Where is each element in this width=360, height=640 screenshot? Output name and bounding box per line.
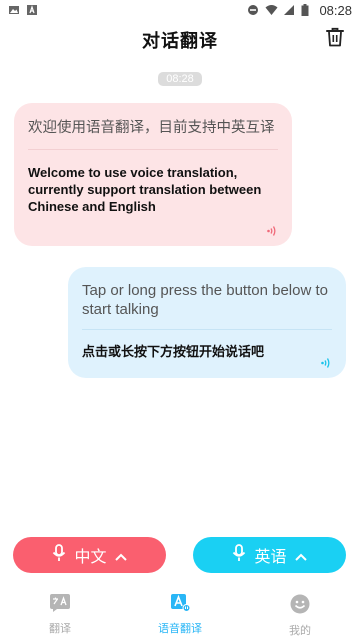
incoming-message-bubble[interactable]: 欢迎使用语音翻译，目前支持中英互译 Welcome to use voice t… [14, 103, 292, 246]
nav-label: 语音翻译 [158, 622, 202, 635]
message-translation-text: 点击或长按下方按钮开始说话吧 [82, 345, 265, 360]
microphone-icon [232, 544, 246, 566]
translate-icon [50, 594, 70, 616]
clear-conversation-button[interactable] [324, 27, 346, 51]
message-translation-text: Welcome to use voice translation, curren… [28, 165, 262, 214]
smiley-face-icon [290, 594, 310, 618]
wifi-icon [265, 4, 278, 16]
message-source-text: Tap or long press the button below to st… [82, 282, 328, 318]
nav-item-translate[interactable]: 翻译 [0, 592, 120, 636]
nav-item-profile[interactable]: 我的 [240, 592, 360, 638]
status-time: 08:28 [319, 2, 352, 18]
signal-icon [283, 4, 295, 16]
bubble-divider [28, 149, 278, 150]
image-notification-icon [8, 4, 20, 16]
battery-icon [301, 4, 313, 16]
nav-label: 我的 [289, 624, 311, 637]
speak-english-button[interactable]: 英语 [193, 537, 346, 573]
timestamp-row: 08:28 [0, 72, 360, 86]
do-not-disturb-icon [247, 4, 259, 16]
chevron-up-icon [294, 546, 307, 565]
language-label: 中文 [74, 547, 107, 566]
status-right: 08:28 [247, 3, 352, 18]
trash-icon [326, 27, 344, 51]
app-notification-icon [26, 4, 38, 16]
message-timestamp: 08:28 [158, 72, 202, 86]
chevron-up-icon [114, 546, 127, 565]
language-label: 英语 [254, 547, 287, 566]
play-audio-icon[interactable] [266, 222, 278, 236]
bottom-navigation: 翻译 语音翻译 我的 [0, 592, 360, 640]
nav-item-voice-translate[interactable]: 语音翻译 [120, 592, 240, 636]
nav-label: 翻译 [49, 622, 71, 635]
play-audio-icon[interactable] [320, 354, 332, 368]
status-left [8, 4, 38, 16]
bubble-divider [82, 329, 332, 330]
status-bar: 08:28 [0, 0, 360, 20]
speak-chinese-button[interactable]: 中文 [13, 537, 166, 573]
microphone-icon [52, 544, 66, 566]
app-header: 对话翻译 [0, 20, 360, 60]
outgoing-message-bubble[interactable]: Tap or long press the button below to st… [68, 267, 346, 378]
message-source-text: 欢迎使用语音翻译，目前支持中英互译 [28, 120, 275, 136]
page-title: 对话翻译 [142, 31, 218, 52]
voice-translate-icon [170, 594, 191, 616]
